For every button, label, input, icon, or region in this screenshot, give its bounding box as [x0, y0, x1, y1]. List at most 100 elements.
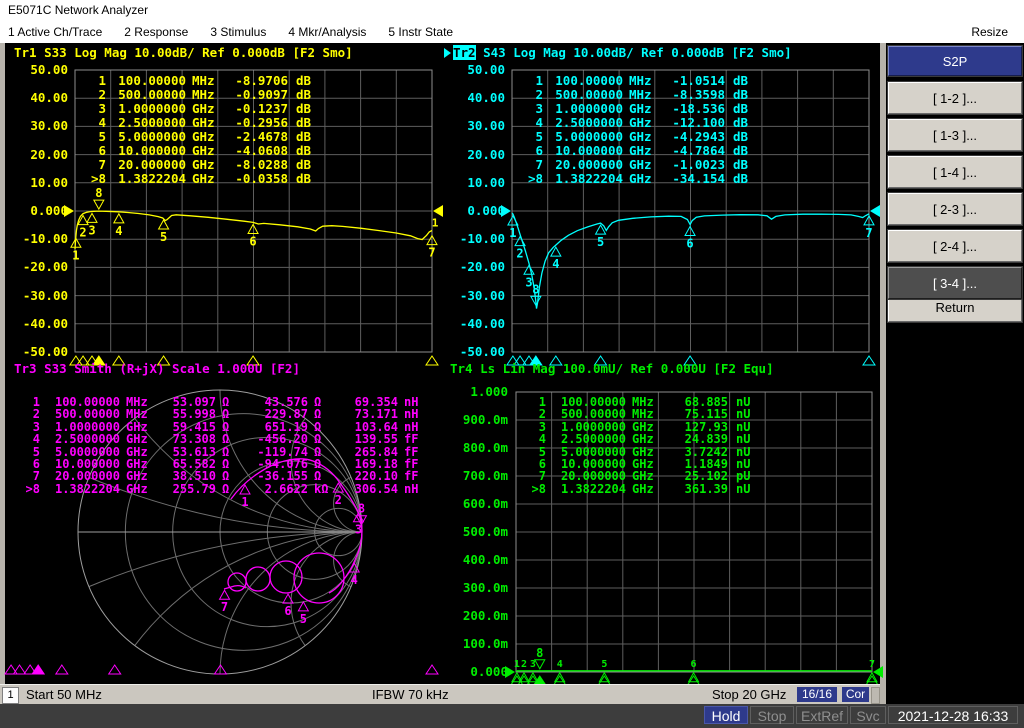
marker-triangle-icon	[297, 600, 310, 612]
marker-number: 1	[509, 226, 516, 240]
y-axis-label: 40.00	[467, 90, 505, 106]
marker-table-row: 4 2.5000000 GHz 73.308 Ω -456.20 Ω 139.55 fF	[32, 432, 419, 447]
marker-triangle-icon	[533, 659, 546, 670]
trace2-format: S43 Log Mag 10.00dB/ Ref 0.000dB [F2 Smo…	[475, 45, 792, 60]
marker-table-row: 4 2.5000000 GHz -0.2956 dB	[98, 115, 312, 130]
trace3-format: S33 Smith (R+jX) Scale 1.000U [F2]	[36, 361, 300, 376]
marker-number: 2	[516, 247, 523, 261]
trace2-name: Tr2	[453, 45, 476, 60]
tr2-marker-table: 1 100.00000 MHz -1.0514 dB 2 500.00000 MHz -8.35…	[521, 74, 757, 186]
y-axis-label: 20.00	[30, 146, 68, 162]
marker-table-row: 1 100.00000 MHz -1.0514 dB	[535, 73, 749, 88]
extref-indicator: ExtRef	[796, 706, 848, 724]
marker-table-row: 2 500.00000 MHz -8.3598 dB	[535, 87, 749, 102]
trace2-header[interactable]: Tr2 S43 Log Mag 10.00dB/ Ref 0.000dB [F2…	[444, 45, 792, 60]
hold-indicator: Hold	[704, 706, 748, 724]
marker-number: 8	[358, 502, 365, 516]
tr1-marker-table: 1 100.00000 MHz -8.9706 dB 2 500.00000 MHz -0.90…	[84, 74, 320, 186]
stop-indicator: Stop	[750, 706, 794, 724]
trace4-header[interactable]: Tr4 Ls Lin Mag 100.0mU/ Ref 0.000U [F2 E…	[450, 361, 774, 376]
svc-indicator: Svc	[850, 706, 886, 724]
marker-position-indicator	[12, 664, 27, 675]
softkey-1-2[interactable]: [ 1-2 ]...	[887, 81, 1023, 115]
marker-number: 3	[88, 223, 95, 237]
softkey-1-3[interactable]: [ 1-3 ]...	[887, 118, 1023, 152]
marker-table-row: 1 100.00000 MHz -8.9706 dB	[98, 73, 312, 88]
y-axis-label: -30.00	[22, 287, 68, 303]
marker-triangle-icon	[523, 264, 535, 275]
marker-position-indicator	[862, 355, 876, 366]
marker-number: 7	[428, 246, 435, 260]
instrument-state-bar: Hold Stop ExtRef Svc 2021-12-28 16:33	[0, 704, 1024, 728]
softkey-header-s2p[interactable]: S2P	[887, 45, 1023, 77]
y-axis-label: 20.00	[467, 146, 505, 162]
marker-table-row: 5 5.0000000 GHz -2.4678 dB	[98, 129, 312, 144]
y-axis-label: 700.0m	[462, 468, 508, 483]
trace1-header[interactable]: Tr1 S33 Log Mag 10.00dB/ Ref 0.000dB [F2…	[14, 45, 353, 60]
marker-table-row: 7 20.000000 GHz -1.0023 dB	[535, 157, 749, 172]
sweep-start-readout: Start 50 MHz	[26, 687, 102, 702]
points-badge: 16/16	[797, 687, 837, 702]
y-axis-label: 400.0m	[462, 552, 508, 567]
trace3-name: Tr3	[14, 361, 37, 376]
marker-triangle-icon	[218, 589, 231, 600]
y-axis-label: 100.0m	[462, 636, 508, 651]
marker-triangle-icon	[92, 199, 105, 211]
marker-number: 2	[79, 226, 86, 240]
trace4-name: Tr4	[450, 361, 473, 376]
marker-position-indicator	[4, 664, 18, 675]
y-axis-label: -30.00	[459, 287, 505, 303]
y-axis-label: 500.0m	[462, 524, 508, 539]
y-axis-label: -50.00	[22, 344, 68, 359]
marker-position-indicator	[425, 664, 439, 675]
marker-number: 2	[521, 659, 527, 670]
marker-position-indicator	[54, 664, 69, 675]
marker-number: 8	[532, 282, 539, 296]
marker-table-row: 6 10.000000 GHz -4.7864 dB	[535, 143, 749, 158]
marker-number: 5	[601, 659, 607, 670]
marker-number: 6	[249, 234, 256, 248]
y-axis-label: 900.0m	[462, 412, 508, 427]
marker-table-row: >8 1.3822204 GHz 361.39 nU	[531, 481, 751, 496]
marker-table-row: 5 5.0000000 GHz -4.2943 dB	[535, 129, 749, 144]
marker-number: 5	[597, 235, 604, 249]
y-axis-label: -40.00	[22, 315, 68, 331]
softkey-2-3[interactable]: [ 2-3 ]...	[887, 192, 1023, 226]
status-bar: 1 Start 50 MHz IFBW 70 kHz Stop 20 GHz 1…	[0, 684, 880, 704]
ref-level-pointer-right	[433, 205, 443, 217]
y-axis-label: 10.00	[30, 174, 68, 190]
y-axis-label: 0.000	[467, 203, 505, 218]
y-axis-label: -20.00	[22, 259, 68, 275]
marker-number: 6	[691, 659, 697, 670]
marker-number: 1	[432, 216, 439, 229]
tr4-marker-table: 1 100.00000 MHz 68.885 nU 2 500.00000 MHz 75.115…	[524, 396, 760, 496]
active-trace-arrow-icon	[444, 47, 451, 58]
marker-table-row: 7 20.000000 GHz -8.0288 dB	[98, 157, 312, 172]
marker-number: 7	[221, 600, 228, 614]
marker-number: 4	[115, 224, 122, 238]
trace3-header[interactable]: Tr3 S33 Smith (R+jX) Scale 1.000U [F2]	[14, 361, 300, 376]
marker-triangle-icon	[112, 212, 125, 224]
marker-table-row: 4 2.5000000 GHz -12.100 dB	[535, 115, 749, 130]
y-axis-label: -50.00	[459, 344, 505, 359]
marker-table-row: 3 1.0000000 GHz -18.536 dB	[535, 101, 749, 116]
statusbar-grip	[871, 687, 880, 704]
softkey-2-4[interactable]: [ 2-4 ]...	[887, 229, 1023, 263]
marker-table-row: >8 1.3822204 GHz -0.0358 dB	[90, 171, 312, 186]
y-axis-label: 1.000	[470, 384, 508, 399]
trace1-name: Tr1	[14, 45, 37, 60]
marker-triangle-icon	[157, 218, 170, 230]
marker-table-row: 2 500.00000 MHz 55.998 Ω 229.87 Ω 73.171 nH	[32, 407, 419, 422]
softkey-1-4[interactable]: [ 1-4 ]...	[887, 155, 1023, 189]
marker-table-row: 2 500.00000 MHz -0.9097 dB	[98, 87, 312, 102]
marker-table-row: >8 1.3822204 GHz -34.154 dB	[527, 171, 749, 186]
marker-number: 1	[72, 248, 79, 262]
marker-table-row: 4 2.5000000 GHz 24.839 nU	[538, 432, 751, 447]
y-axis-label: 30.00	[467, 118, 505, 134]
y-axis-label: 10.00	[467, 174, 505, 190]
marker-number: 8	[95, 186, 102, 200]
marker-position-indicator	[107, 664, 122, 675]
softkey-3-4[interactable]: [ 3-4 ]...	[887, 266, 1023, 300]
sweep-stop-readout: Stop 20 GHz	[712, 687, 787, 702]
trace4-format: Ls Lin Mag 100.0mU/ Ref 0.000U [F2 Equ]	[472, 361, 774, 376]
